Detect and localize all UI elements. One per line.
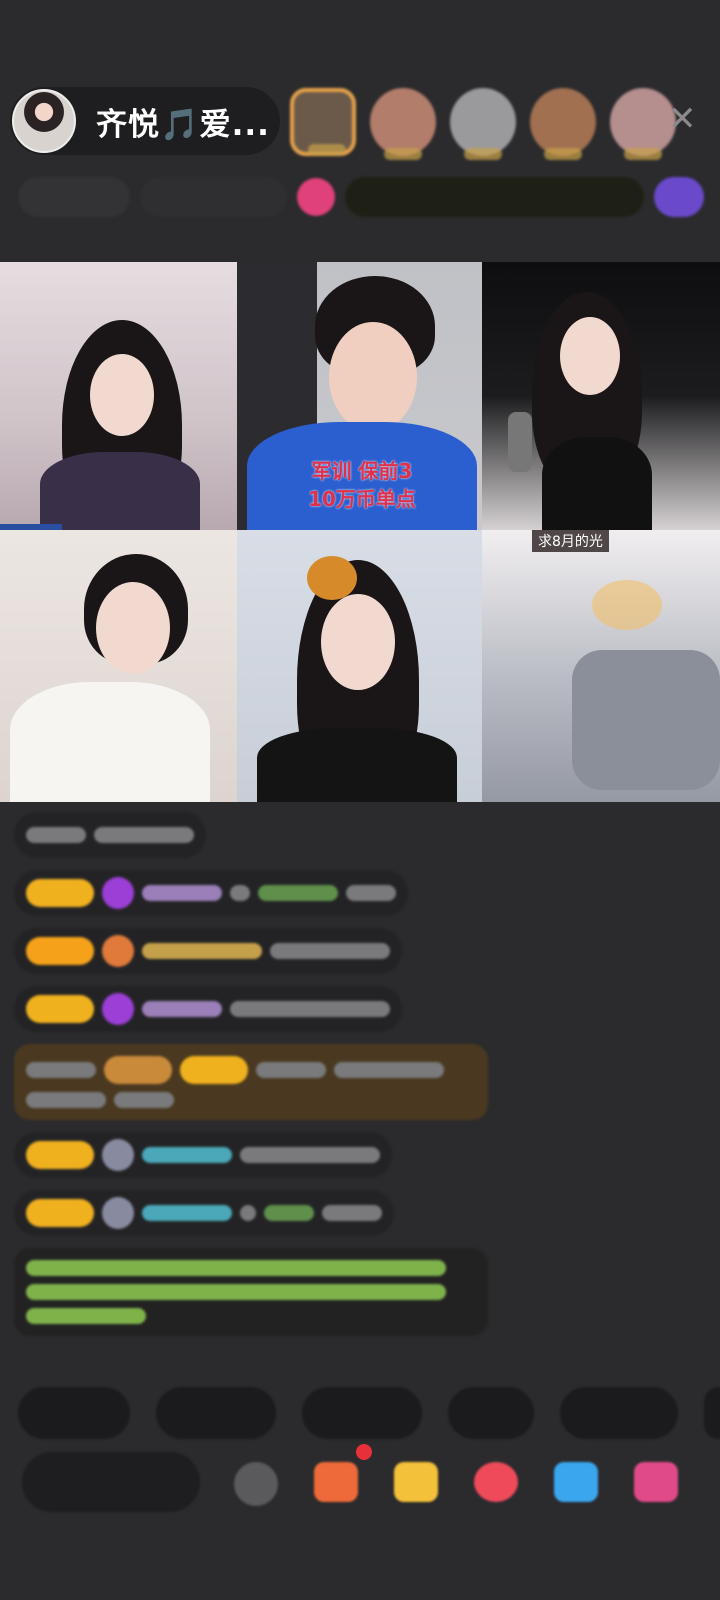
chat-list[interactable] xyxy=(14,812,494,1348)
user-icon xyxy=(102,1139,134,1171)
level-badge xyxy=(26,1199,94,1227)
chat-message[interactable] xyxy=(14,1190,394,1236)
video-seat-2[interactable]: 军训 保前3 10万币单点 xyxy=(237,262,482,530)
bottom-toolbar xyxy=(22,1444,712,1512)
fan-badge-icon xyxy=(102,935,134,967)
seat-tag: 求8月的光 xyxy=(532,530,609,552)
system-notice xyxy=(14,1248,488,1336)
chat-username[interactable] xyxy=(142,1001,222,1017)
more-icon[interactable] xyxy=(234,1462,278,1506)
announcement-ticker[interactable] xyxy=(345,177,645,217)
quick-reply-chip[interactable] xyxy=(156,1387,276,1439)
top-viewer-list xyxy=(290,88,676,160)
multi-guest-video-grid: 军训 保前3 10万币单点 求8月的光 xyxy=(0,262,720,802)
diamond-icon xyxy=(102,877,134,909)
close-icon[interactable]: ✕ xyxy=(668,102,697,136)
quick-reply-chip[interactable] xyxy=(704,1387,720,1439)
chat-message[interactable] xyxy=(14,870,408,916)
video-seat-6[interactable]: 求8月的光 xyxy=(482,530,720,802)
video-seat-3[interactable] xyxy=(482,262,720,530)
notification-dot xyxy=(356,1444,372,1460)
host-info-pill[interactable]: 齐悦🎵爱... xyxy=(10,87,280,155)
gift-icon[interactable] xyxy=(634,1462,678,1502)
hourly-rank-chip[interactable] xyxy=(18,177,130,217)
viewer-avatar[interactable] xyxy=(370,88,436,160)
chat-username[interactable] xyxy=(142,1205,232,1221)
quick-reply-chip[interactable] xyxy=(302,1387,422,1439)
user-icon xyxy=(102,1197,134,1229)
diamond-icon xyxy=(102,993,134,1025)
chat-message[interactable] xyxy=(14,812,206,858)
room-stat-chip[interactable] xyxy=(139,177,288,217)
chat-username[interactable] xyxy=(142,943,262,959)
video-seat-5[interactable] xyxy=(237,530,482,802)
chat-message-highlight[interactable] xyxy=(14,1044,488,1120)
level-badge xyxy=(26,995,94,1023)
game-icon[interactable] xyxy=(394,1462,438,1502)
level-badge xyxy=(26,1141,94,1169)
viewer-avatar[interactable] xyxy=(450,88,516,160)
host-avatar[interactable] xyxy=(12,89,76,153)
viewer-avatar[interactable] xyxy=(610,88,676,160)
room-info-row xyxy=(18,172,704,222)
host-name: 齐悦🎵爱... xyxy=(96,106,270,143)
viewer-avatar[interactable] xyxy=(530,88,596,160)
level-badge xyxy=(26,937,94,965)
follow-badge[interactable] xyxy=(297,178,336,216)
pk-icon[interactable] xyxy=(474,1462,518,1502)
viewer-avatar[interactable] xyxy=(290,88,356,156)
video-seat-4[interactable] xyxy=(0,530,237,802)
quick-reply-chip[interactable] xyxy=(560,1387,678,1439)
chat-message[interactable] xyxy=(14,1132,392,1178)
chat-message[interactable] xyxy=(14,986,402,1032)
chat-username[interactable] xyxy=(142,885,222,901)
live-room-screen: 齐悦🎵爱... ✕ 军训 保前3 10万币单点 求8月的光 xyxy=(0,0,720,1600)
seat-overlay-text: 军训 保前3 10万币单点 xyxy=(308,459,416,511)
lucky-bag-icon[interactable] xyxy=(314,1462,358,1502)
comment-input[interactable] xyxy=(22,1452,200,1512)
quick-reply-chip[interactable] xyxy=(18,1387,130,1439)
level-badge xyxy=(26,879,94,907)
chat-message[interactable] xyxy=(14,928,402,974)
quick-reply-row xyxy=(18,1387,720,1439)
activity-icon[interactable] xyxy=(654,177,704,217)
quick-reply-chip[interactable] xyxy=(448,1387,534,1439)
video-seat-1[interactable] xyxy=(0,262,237,530)
chat-username[interactable] xyxy=(142,1147,232,1163)
fans-icon[interactable] xyxy=(554,1462,598,1502)
